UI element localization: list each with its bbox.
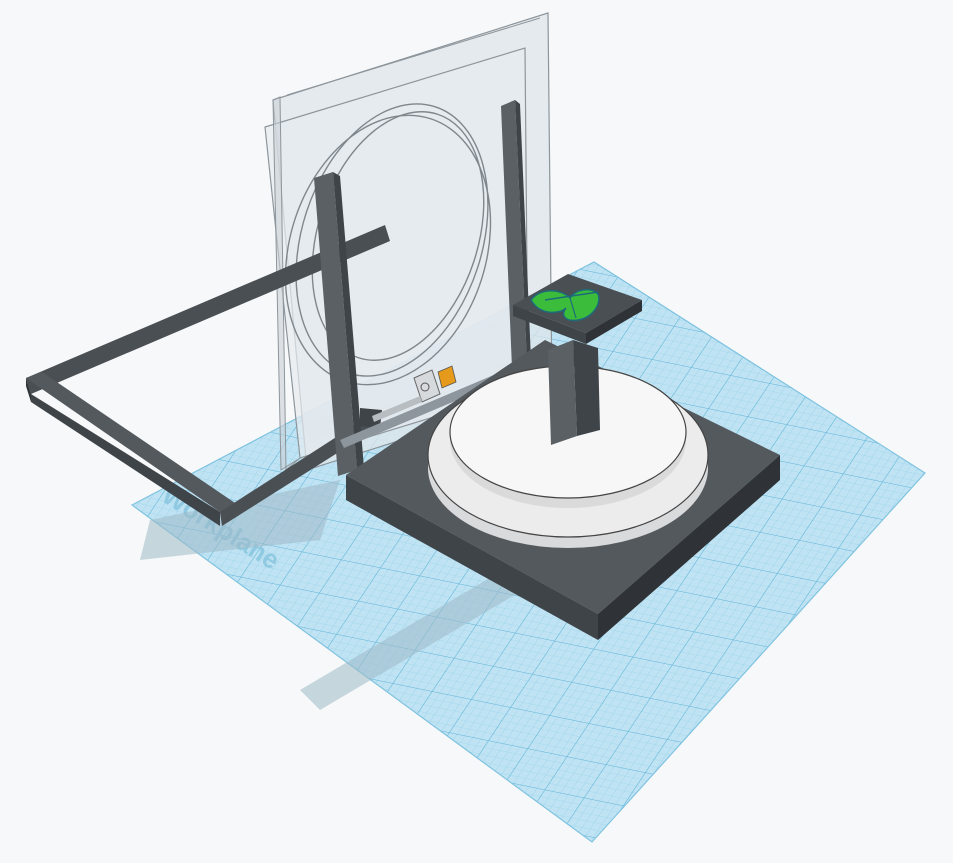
pedestal-column[interactable] <box>548 340 600 445</box>
scene-canvas[interactable]: Workplane <box>0 0 953 863</box>
3d-viewport[interactable]: Workplane <box>0 0 953 863</box>
